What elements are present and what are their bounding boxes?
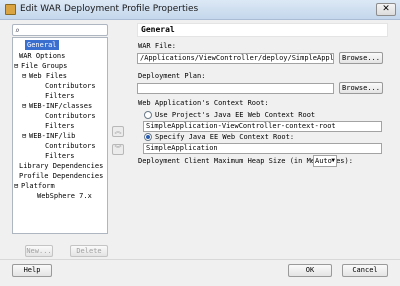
tree-item-contributors[interactable]: Contributors	[45, 81, 96, 91]
window-title: Edit WAR Deployment Profile Properties	[20, 4, 199, 14]
move-up-button[interactable]: ︽	[112, 126, 124, 137]
ok-button[interactable]: OK	[288, 264, 332, 277]
binoculars-icon: ⌕	[15, 26, 20, 35]
new-button[interactable]: New...	[25, 245, 53, 257]
help-button[interactable]: Help	[12, 264, 52, 277]
tree-item-file-groups[interactable]: ⊟ File Groups	[14, 61, 67, 71]
specify-root-radio[interactable]	[144, 133, 152, 141]
title-bar: Edit WAR Deployment Profile Properties ✕	[0, 0, 400, 20]
tree-item-filters[interactable]: Filters	[45, 121, 75, 131]
use-project-radio[interactable]	[144, 111, 152, 119]
specify-root-radio-label: Specify Java EE Web Context Root:	[155, 133, 295, 141]
browse-war-button[interactable]: Browse...	[339, 52, 383, 64]
cancel-button[interactable]: Cancel	[342, 264, 388, 277]
deployment-plan-field[interactable]	[137, 83, 334, 94]
tree-item-war-options[interactable]: WAR Options	[19, 51, 65, 61]
collapse-icon[interactable]: ⊟	[22, 71, 29, 81]
tree-item-contributors[interactable]: Contributors	[45, 141, 96, 151]
war-file-label: WAR File:	[138, 42, 176, 50]
close-button[interactable]: ✕	[376, 3, 396, 16]
tree-item-web-inf-lib[interactable]: ⊟ WEB-INF/lib	[22, 131, 75, 141]
tree-item-web-inf-classes[interactable]: ⊟ WEB-INF/classes	[22, 101, 92, 111]
specify-context-root-field[interactable]: SimpleApplication	[143, 143, 382, 154]
deployment-plan-label: Deployment Plan:	[138, 72, 206, 80]
collapse-icon[interactable]: ⊟	[14, 61, 21, 71]
search-input[interactable]: ⌕	[12, 24, 108, 36]
delete-button[interactable]: Delete	[70, 245, 108, 257]
app-icon	[5, 4, 16, 15]
tree-item-library-dependencies[interactable]: Library Dependencies	[19, 161, 103, 171]
navigation-tree: General WAR Options ⊟ File Groups ⊟ Web Fi…	[12, 37, 108, 234]
page-title: General	[137, 23, 388, 37]
collapse-icon[interactable]: ⊟	[22, 131, 29, 141]
context-root-label: Web Application's Context Root:	[138, 99, 269, 107]
tree-item-websphere[interactable]: WebSphere 7.x	[37, 191, 92, 201]
collapse-icon[interactable]: ⊟	[14, 181, 21, 191]
tree-item-contributors[interactable]: Contributors	[45, 111, 96, 121]
war-file-field[interactable]: /Applications/ViewController/deploy/Simp…	[137, 53, 334, 64]
footer-divider	[0, 259, 400, 260]
chevron-down-icon: ▼	[331, 157, 335, 164]
heap-size-select[interactable]: Auto ▼	[313, 155, 337, 167]
tree-item-general[interactable]: General	[25, 40, 59, 50]
move-down-button[interactable]: ︾	[112, 144, 124, 155]
tree-item-filters[interactable]: Filters	[45, 91, 75, 101]
tree-item-web-files[interactable]: ⊟ Web Files	[22, 71, 67, 81]
tree-item-platform[interactable]: ⊟ Platform	[14, 181, 55, 191]
browse-plan-button[interactable]: Browse...	[339, 82, 383, 94]
collapse-icon[interactable]: ⊟	[22, 101, 29, 111]
tree-item-filters[interactable]: Filters	[45, 151, 75, 161]
tree-item-profile-dependencies[interactable]: Profile Dependencies	[19, 171, 103, 181]
use-project-radio-label: Use Project's Java EE Web Context Root	[155, 111, 316, 119]
project-context-root-field[interactable]: SimpleApplication-ViewController-context…	[143, 121, 382, 132]
